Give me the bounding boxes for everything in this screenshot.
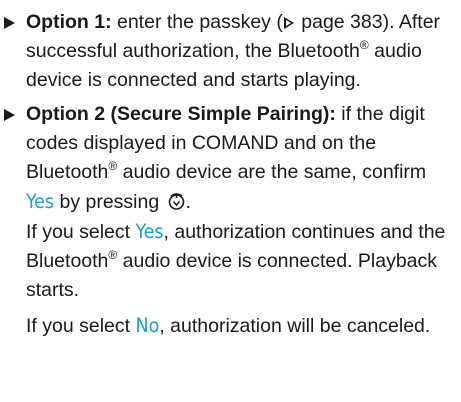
list-item-option-2: Option 2 (Secure Simple Pairing): if the… [4,100,447,341]
option-2-yes-paragraph: If you select Yes, authorization continu… [26,217,447,305]
option-1-text-a: enter the passkey ( [111,11,283,33]
instruction-page: Option 1: enter the passkey ( page 383).… [0,0,461,402]
option-2-text-d: . [185,191,192,213]
registered-mark: ® [108,159,118,173]
page-reference: page 383 [295,11,383,33]
option-1-heading: Option 1: [26,11,112,33]
yes-paragraph-text-a: If you select [26,221,136,243]
option-1-paragraph: Option 1: enter the passkey ( page 383).… [26,8,447,95]
no-paragraph-text-b: , authorization will be can­celed. [159,315,431,337]
option-2-no-paragraph: If you select No, authorization will be … [26,311,447,341]
yes-option-label: Yes [135,220,164,243]
yes-option-label: Yes [26,190,55,213]
registered-mark: ® [108,248,118,262]
option-2-heading: Option 2 (Secure Simple Pairing): [26,103,336,125]
list-item-option-1: Option 1: enter the passkey ( page 383).… [4,8,447,95]
triangle-bullet-icon [4,17,15,29]
registered-mark: ® [359,38,369,52]
no-option-label: No [135,314,160,337]
option-2-text-b: audio device are the same, confirm [117,161,427,183]
option-2-paragraph: Option 2 (Secure Simple Pairing): if the… [26,100,447,217]
controller-press-icon [168,193,184,210]
option-2-text-c: by pressing [54,191,165,213]
no-paragraph-text-a: If you select [26,315,136,337]
triangle-outline-icon [283,17,294,29]
triangle-bullet-icon [4,109,15,121]
